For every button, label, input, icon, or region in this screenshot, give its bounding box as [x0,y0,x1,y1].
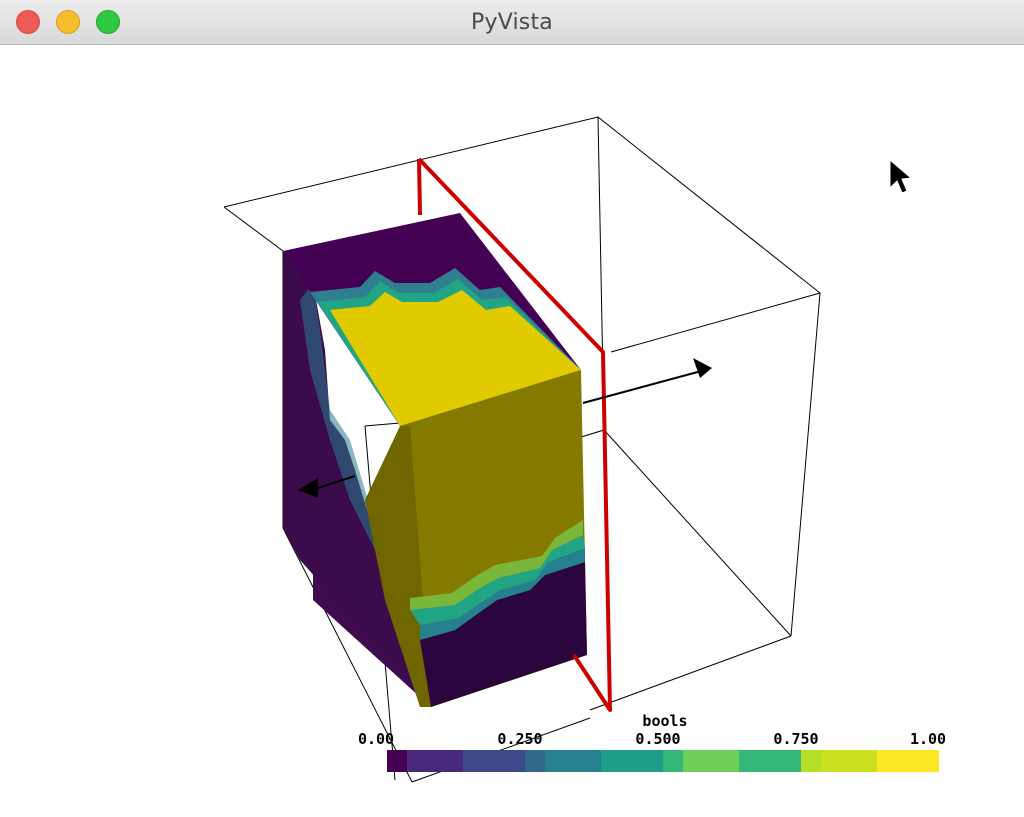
maximize-icon[interactable] [96,10,120,34]
scalar-bar-tick-label: 0.250 [497,730,542,748]
scalar-bar-title: bools [642,712,687,730]
render-canvas[interactable]: bools 0.00 0.250 0.500 0.750 1.00 [0,45,1024,812]
scalar-bar: bools 0.00 0.250 0.500 0.750 1.00 [358,712,946,772]
scalar-bar-tick-label: 0.500 [635,730,680,748]
title-bar[interactable]: PyVista [0,0,1024,45]
scalar-bar-tick-label: 1.00 [910,730,946,748]
render-viewport[interactable]: bools 0.00 0.250 0.500 0.750 1.00 [0,45,1024,812]
arrow-head-right-icon [693,358,712,378]
pyvista-window: PyVista bools 0.00 0.250 0.500 0.750 1.0… [0,0,1024,812]
minimize-icon[interactable] [56,10,80,34]
colorbar-gradient [387,750,939,772]
scalar-bar-tick-label: 0.00 [358,730,394,748]
window-title: PyVista [471,9,553,35]
arrow-cursor-icon [889,158,913,194]
scalar-bar-tick-label: 0.750 [773,730,818,748]
close-icon[interactable] [16,10,40,34]
